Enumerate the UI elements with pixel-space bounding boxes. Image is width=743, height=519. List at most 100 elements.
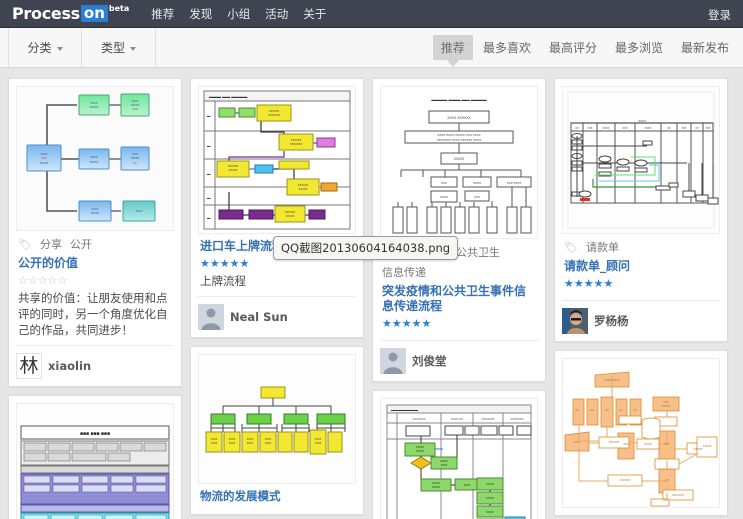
card-thumbnail[interactable]: XXXX XXXXX XXXX XXXXX XXX XXXX XXX XXXXX XXXX… xyxy=(16,86,174,231)
author-name[interactable]: 罗杨杨 xyxy=(594,313,629,329)
category-dropdown[interactable]: 分类 xyxy=(8,28,82,67)
avatar: 林 xyxy=(16,353,42,379)
svg-text:XXX: XXX xyxy=(706,127,711,130)
type-dropdown-label: 类型 xyxy=(100,41,125,55)
author-name[interactable]: Neal Sun xyxy=(230,310,288,324)
nav-link-group[interactable]: 小组 xyxy=(227,0,250,28)
svg-text:XX: XX xyxy=(667,127,671,130)
card-thumbnail[interactable]: XXXX XX XXX XXXX XXX XXXX XX XXX XX XXX xyxy=(562,86,720,234)
svg-text:XXXXX: XXXXX xyxy=(440,460,448,463)
svg-text:XXXXXX: XXXXXX xyxy=(620,478,631,482)
tab-newest[interactable]: 最新发布 xyxy=(673,35,737,60)
diagram-card[interactable]: ▬▬▬▬ ▬▬▬ ▬▬ ▬▬▬▬ XXXX XXXXXX XXXX XXXX X… xyxy=(372,78,546,382)
card-meta: 🏷 请款单 请款单_顾问 ★★★★★ xyxy=(562,234,720,293)
card-tag[interactable]: 公共卫生 xyxy=(456,244,500,260)
svg-text:XXXX: XXXX xyxy=(92,207,99,211)
site-logo[interactable]: Process on beta xyxy=(12,5,129,22)
card-thumbnail[interactable]: ▬▬▬▬▬▬▬▬ XXXXXXXXXXX XX XXXXXXXXXXXXXX xyxy=(380,398,538,519)
card-author[interactable]: 林 xiaolin xyxy=(16,345,174,379)
diagram-card[interactable]: ▬▬▬ ▬▬ ▬▬▬▬ ▬ ▬ ▬ ▬ ▬ XXXXXX XXXXXXX XXX… xyxy=(190,78,364,338)
nav-link-discover[interactable]: 发现 xyxy=(189,0,212,28)
svg-text:XXXXX: XXXXX xyxy=(662,404,671,408)
svg-text:XXXXX: XXXXX xyxy=(432,482,440,485)
svg-text:XXXXXX: XXXXXX xyxy=(228,164,239,168)
rating-stars[interactable]: ☆☆☆☆☆ xyxy=(18,274,172,287)
card-title[interactable]: 突发疫情和公共卫生事件信息传递流程 xyxy=(382,284,536,314)
diagram-card[interactable]: XXXX XXXX XXXX XXXX XXXX XXXX XXXX XXXX XXXX… xyxy=(190,346,364,515)
svg-text:▬: ▬ xyxy=(207,144,211,148)
nav-link-recommend[interactable]: 推荐 xyxy=(151,0,174,28)
category-dropdown-label: 分类 xyxy=(27,41,52,55)
card-author[interactable]: 刘俊堂 xyxy=(380,340,538,374)
logo-beta-badge: beta xyxy=(108,4,130,13)
thumbnail-hierarchy-gray: ▬▬▬▬ ▬▬▬ ▬▬ ▬▬▬▬ XXXX XXXXXX XXXX XXXX X… xyxy=(381,87,537,238)
svg-text:XXXXXXX: XXXXXXX xyxy=(412,417,425,421)
top-navigation-bar: Process on beta 推荐 发现 小组 活动 关于 登录 xyxy=(0,0,743,28)
svg-text:XXXXX: XXXXX xyxy=(90,160,99,164)
svg-text:XXXXXXX: XXXXXXX xyxy=(510,417,523,421)
svg-text:XXXXXXX: XXXXXXX xyxy=(290,142,302,146)
logo-text-on: on xyxy=(80,5,108,22)
tag-icon: 🏷 xyxy=(564,240,578,254)
tab-most-viewed[interactable]: 最多浏览 xyxy=(607,35,671,60)
svg-text:XXXXX: XXXXX xyxy=(486,483,494,486)
svg-text:XXXX: XXXX xyxy=(315,442,322,445)
svg-text:XX: XX xyxy=(619,408,623,412)
card-thumbnail[interactable]: ■■■ ■■■ ■■■ xyxy=(16,403,174,519)
author-name[interactable]: xiaolin xyxy=(48,359,91,373)
card-description: 共享的价值：让朋友使用和点评的同时，另一个角度优化自己的作品，共同进步！ xyxy=(18,291,168,337)
diagram-card[interactable]: XXXX XXXXX XXXX XXXXX XXX XXXX XXX XXXXX XXXX… xyxy=(8,78,182,387)
type-dropdown[interactable]: 类型 xyxy=(82,28,156,67)
card-thumbnail[interactable]: ▬▬▬▬ ▬▬▬ ▬▬ ▬▬▬▬ XXXX XXXXXX XXXX XXXX X… xyxy=(380,86,538,239)
diagram-card[interactable]: ■■■ ■■■ ■■■ xyxy=(8,395,182,519)
login-link[interactable]: 登录 xyxy=(708,8,731,22)
rating-stars[interactable]: ★★★★★ xyxy=(564,277,718,290)
nav-link-about[interactable]: 关于 xyxy=(303,0,326,28)
diagram-card[interactable]: ▬▬▬▬▬▬▬▬ XXXXXXXXXXX XX XXXXXXXXXXXXXX xyxy=(372,390,546,519)
diagram-card[interactable]: XXXX XXXXXXXXX XXXXXXXXX XXXXXXXX xyxy=(554,78,728,342)
svg-text:XXXX: XXXX xyxy=(265,438,272,441)
svg-text:XXXXXXX XXXX XXXXXX XXXX: XXXXXXX XXXX XXXXXX XXXX xyxy=(437,138,482,142)
card-tag[interactable]: 信息传递 xyxy=(382,264,426,280)
image-filename-tooltip: QQ截图20130604164038.png xyxy=(273,236,459,260)
svg-text:XXX: XXX xyxy=(682,127,687,130)
svg-text:XXXXX: XXXXX xyxy=(40,161,49,165)
card-title[interactable]: 公开的价值 xyxy=(18,256,172,271)
svg-text:XX: XX xyxy=(575,408,579,412)
author-name[interactable]: 刘俊堂 xyxy=(412,353,447,369)
card-thumbnail[interactable]: ▬▬▬ ▬▬ ▬▬▬▬ ▬ ▬ ▬ ▬ ▬ XXXXXX XXXXXXX XXX… xyxy=(198,86,356,234)
svg-text:XXXXX: XXXXX xyxy=(432,486,440,489)
card-author[interactable]: Neal Sun xyxy=(198,296,356,330)
card-author[interactable]: 罗杨杨 xyxy=(562,300,720,334)
nav-link-activity[interactable]: 活动 xyxy=(265,0,288,28)
card-title[interactable]: 物流的发展模式 xyxy=(200,489,354,504)
thumbnail-swimlane-yellow: ▬▬▬ ▬▬ ▬▬▬▬ ▬▬ ▬▬▬ XXXXXXXXXXXXX XXXXXXX… xyxy=(199,87,355,233)
svg-text:▬: ▬ xyxy=(207,114,211,118)
card-thumbnail[interactable]: XXXXXXXXX XX XX XX XX XX XXX XXXXX XXX XXX XX… xyxy=(562,358,720,508)
svg-text:XXXX: XXXX xyxy=(645,442,652,446)
main-nav-links: 推荐 发现 小组 活动 关于 xyxy=(151,0,326,28)
thumbnail-org-tree-yellow: XXXXXXXX XXXXXXXX XXXXXXXX XXXXXXXX XXXX… xyxy=(199,355,355,483)
tag-icon: 🏷 xyxy=(18,237,32,251)
rating-stars[interactable]: ★★★★★ xyxy=(382,317,536,330)
svg-text:XXX XXXX: XXX XXXX xyxy=(507,181,522,185)
tab-most-liked[interactable]: 最多喜欢 xyxy=(475,35,539,60)
card-tag[interactable]: 请款单 xyxy=(586,239,619,255)
card-thumbnail[interactable]: XXXX XXXX XXXX XXXX XXXX XXXX XXXX XXXX XXXX… xyxy=(198,354,356,484)
svg-text:XXXXX: XXXXX xyxy=(131,103,140,107)
svg-text:XXXXXXXXX: XXXXXXXXX xyxy=(604,378,620,382)
svg-text:▬▬▬ ▬▬ ▬▬▬▬: ▬▬▬ ▬▬ ▬▬▬▬ xyxy=(209,94,247,99)
svg-text:XXXXXX: XXXXXX xyxy=(291,138,302,142)
card-tag[interactable]: 公开 xyxy=(70,236,92,252)
svg-text:XXXX: XXXX xyxy=(440,195,448,199)
svg-text:XXXXXX: XXXXXX xyxy=(285,210,296,214)
svg-text:XXXX: XXXX xyxy=(229,442,236,445)
svg-text:XX: XX xyxy=(133,161,137,165)
card-tag[interactable]: 分享 xyxy=(40,236,62,252)
card-meta: 物流的发展模式 xyxy=(198,484,356,507)
diagram-card[interactable]: XXXXXXXXX XX XX XX XX XX XXX XXXXX XXX XXX XX… xyxy=(554,350,728,516)
tab-recommended[interactable]: 推荐 xyxy=(432,35,473,60)
svg-text:XX: XX xyxy=(633,408,637,412)
tab-highest-rated[interactable]: 最高评分 xyxy=(541,35,605,60)
card-title[interactable]: 请款单_顾问 xyxy=(564,259,718,274)
